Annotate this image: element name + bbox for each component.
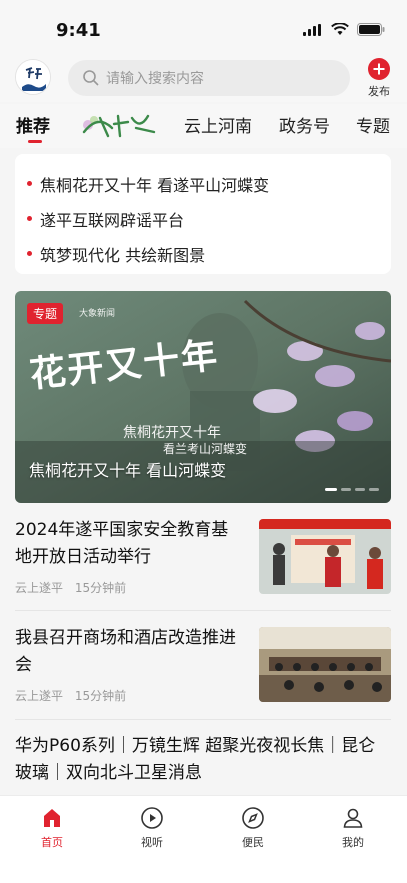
divider bbox=[15, 719, 391, 720]
bullet-dot bbox=[27, 251, 32, 256]
news-thumbnail-image bbox=[259, 627, 391, 702]
headline-item[interactable]: 遂平互联网辟谣平台 bbox=[27, 201, 379, 236]
carousel-dot bbox=[355, 488, 365, 491]
status-icons bbox=[303, 23, 385, 36]
news-meta: 云上遂平 15分钟前 bbox=[15, 579, 126, 596]
carousel-dot bbox=[325, 488, 337, 491]
banner-subtitle-1: 焦桐花开又十年 bbox=[123, 425, 221, 441]
nav-label: 我的 bbox=[342, 836, 364, 849]
news-item[interactable]: 华为P60系列｜万镜生辉 超聚光夜视长焦｜昆仑玻璃｜双向北斗卫星消息 bbox=[15, 733, 391, 789]
media-logo-text: 大象新闻 bbox=[79, 309, 116, 319]
compass-icon bbox=[242, 807, 264, 829]
nav-label: 视听 bbox=[141, 836, 163, 849]
divider bbox=[15, 610, 391, 611]
tab-huakai-logo[interactable] bbox=[78, 110, 160, 140]
battery-icon bbox=[357, 23, 385, 36]
news-source: 云上遂平 bbox=[15, 689, 64, 703]
nav-home[interactable]: 首页 bbox=[22, 806, 82, 850]
search-placeholder: 请输入搜索内容 bbox=[106, 71, 204, 87]
headline-text: 焦桐花开又十年 看遂平山河蝶变 bbox=[40, 175, 270, 195]
carousel-indicator bbox=[325, 488, 379, 491]
headline-text: 遂平互联网辟谣平台 bbox=[40, 210, 185, 230]
news-time: 15分钟前 bbox=[74, 581, 127, 595]
status-bar: 9:41 bbox=[0, 0, 407, 56]
headline-item[interactable]: 焦桐花开又十年 看遂平山河蝶变 bbox=[27, 166, 379, 201]
news-title: 华为P60系列｜万镜生辉 超聚光夜视长焦｜昆仑玻璃｜双向北斗卫星消息 bbox=[15, 736, 376, 783]
bullet-dot bbox=[27, 181, 32, 186]
banner-caption: 焦桐花开又十年 看山河蝶变 bbox=[29, 461, 227, 480]
news-item[interactable]: 2024年遂平国家安全教育基地开放日活动举行 云上遂平 15分钟前 bbox=[15, 517, 391, 597]
news-thumbnail-image bbox=[259, 519, 391, 594]
tab-recommend[interactable]: 推荐 bbox=[16, 112, 50, 137]
special-tag: 专题 bbox=[27, 303, 64, 324]
publish-button[interactable]: 发布 bbox=[360, 56, 398, 99]
tab-active-indicator bbox=[28, 140, 42, 143]
search-icon bbox=[83, 70, 99, 86]
news-title: 2024年遂平国家安全教育基地开放日活动举行 bbox=[15, 520, 229, 567]
bullet-dot bbox=[27, 216, 32, 221]
channel-tabs: 推荐 云上河南 政务号 专题 bbox=[0, 104, 407, 148]
carousel-dot bbox=[369, 488, 379, 491]
tab-special[interactable]: 专题 bbox=[356, 112, 390, 137]
user-icon bbox=[343, 808, 363, 828]
status-time: 9:41 bbox=[56, 20, 101, 41]
news-title: 我县召开商场和酒店改造推进会 bbox=[15, 628, 236, 675]
nav-services[interactable]: 便民 bbox=[223, 806, 283, 850]
plus-icon bbox=[368, 58, 390, 80]
nav-video[interactable]: 视听 bbox=[122, 806, 182, 850]
nav-label: 首页 bbox=[41, 836, 63, 849]
bottom-nav: 首页 视听 便民 我的 bbox=[0, 795, 407, 883]
news-thumbnail bbox=[259, 519, 391, 594]
nav-label: 便民 bbox=[242, 836, 264, 849]
carousel-dot bbox=[341, 488, 351, 491]
news-time: 15分钟前 bbox=[74, 689, 127, 703]
feature-banner[interactable]: 专题 大象新闻 花开又十年 焦桐花开又十年 看兰考山河蝶变 焦桐花开又十年 看山… bbox=[15, 291, 391, 503]
headline-item[interactable]: 筑梦现代化 共绘新图景 bbox=[27, 236, 379, 271]
home-icon bbox=[44, 809, 60, 827]
nav-profile[interactable]: 我的 bbox=[323, 806, 383, 850]
banner-subtitle-2: 看兰考山河蝶变 bbox=[163, 442, 248, 456]
news-thumbnail bbox=[259, 627, 391, 702]
news-source: 云上遂平 bbox=[15, 581, 64, 595]
headline-card: 焦桐花开又十年 看遂平山河蝶变 遂平互联网辟谣平台 筑梦现代化 共绘新图景 bbox=[15, 154, 391, 274]
tab-zhengwuhao[interactable]: 政务号 bbox=[279, 112, 330, 137]
publish-label: 发布 bbox=[368, 85, 390, 98]
cellular-signal-icon bbox=[303, 23, 321, 36]
news-item[interactable]: 我县召开商场和酒店改造推进会 云上遂平 15分钟前 bbox=[15, 625, 391, 705]
news-meta: 云上遂平 15分钟前 bbox=[15, 687, 126, 704]
app-logo-icon bbox=[16, 60, 50, 94]
wifi-icon bbox=[331, 23, 349, 35]
huakai-logo-icon bbox=[82, 114, 156, 138]
header: 请输入搜索内容 发布 bbox=[0, 56, 407, 102]
app-logo[interactable] bbox=[15, 59, 51, 95]
play-circle-icon bbox=[141, 807, 163, 829]
search-input[interactable]: 请输入搜索内容 bbox=[68, 60, 350, 96]
tab-yunshang-henan[interactable]: 云上河南 bbox=[184, 112, 252, 137]
headline-text: 筑梦现代化 共绘新图景 bbox=[40, 245, 206, 265]
